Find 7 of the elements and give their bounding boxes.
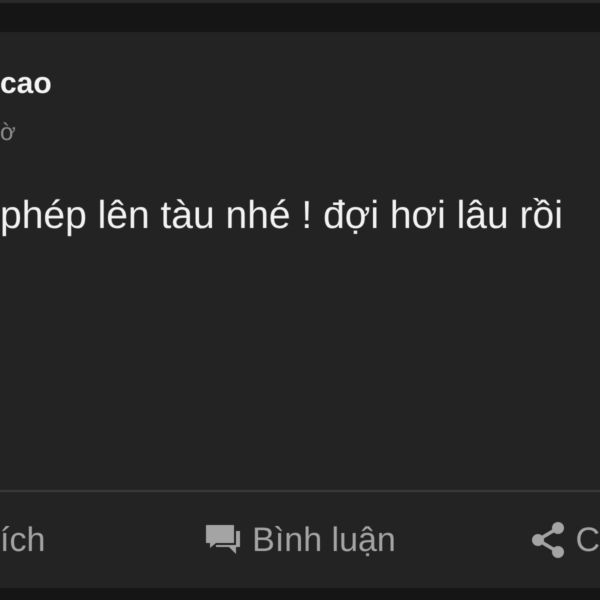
author-name[interactable]: cao: [0, 66, 52, 102]
post-text: phép lên tàu nhé ! đợi hơi lâu rồi: [0, 193, 563, 239]
share-button[interactable]: C: [531, 520, 600, 560]
comment-button[interactable]: Bình luận: [204, 520, 396, 560]
post-time: ờ: [0, 119, 16, 147]
like-button[interactable]: ích: [0, 520, 46, 560]
share-icon: [531, 521, 566, 559]
